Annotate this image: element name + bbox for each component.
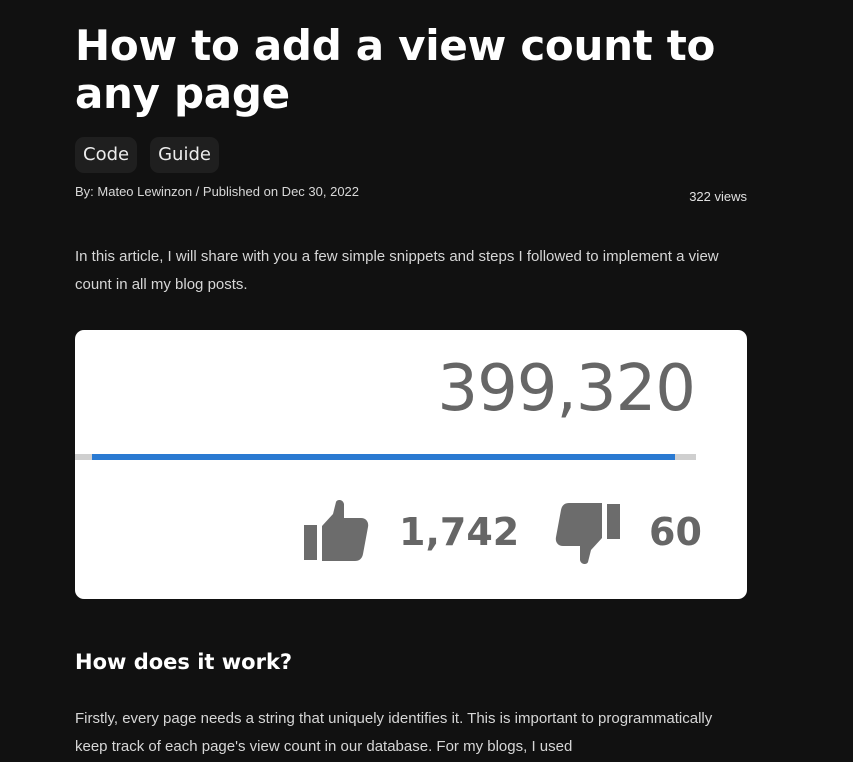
like-ratio-fill — [92, 454, 675, 460]
tag-list: Code Guide — [75, 137, 219, 173]
stats-view-count: 399,320 — [437, 352, 696, 426]
stats-dislike-count: 60 — [649, 510, 702, 554]
tag-guide[interactable]: Guide — [150, 137, 219, 173]
page-title: How to add a view count to any page — [75, 21, 716, 118]
tag-code[interactable]: Code — [75, 137, 138, 173]
thumbs-down-icon — [555, 503, 620, 565]
section-paragraph: Firstly, every page needs a string that … — [75, 710, 713, 755]
thumbs-up-icon — [304, 499, 369, 561]
view-count: 322 views — [689, 189, 747, 204]
like-ratio-bar — [75, 454, 696, 460]
intro-paragraph: In this article, I will share with you a… — [75, 248, 719, 293]
view-stats-image: 399,320 1,742 60 — [75, 330, 747, 599]
stats-like-count: 1,742 — [399, 510, 520, 554]
section-heading: How does it work? — [75, 650, 293, 674]
byline: By: Mateo Lewinzon / Published on Dec 30… — [75, 184, 360, 199]
